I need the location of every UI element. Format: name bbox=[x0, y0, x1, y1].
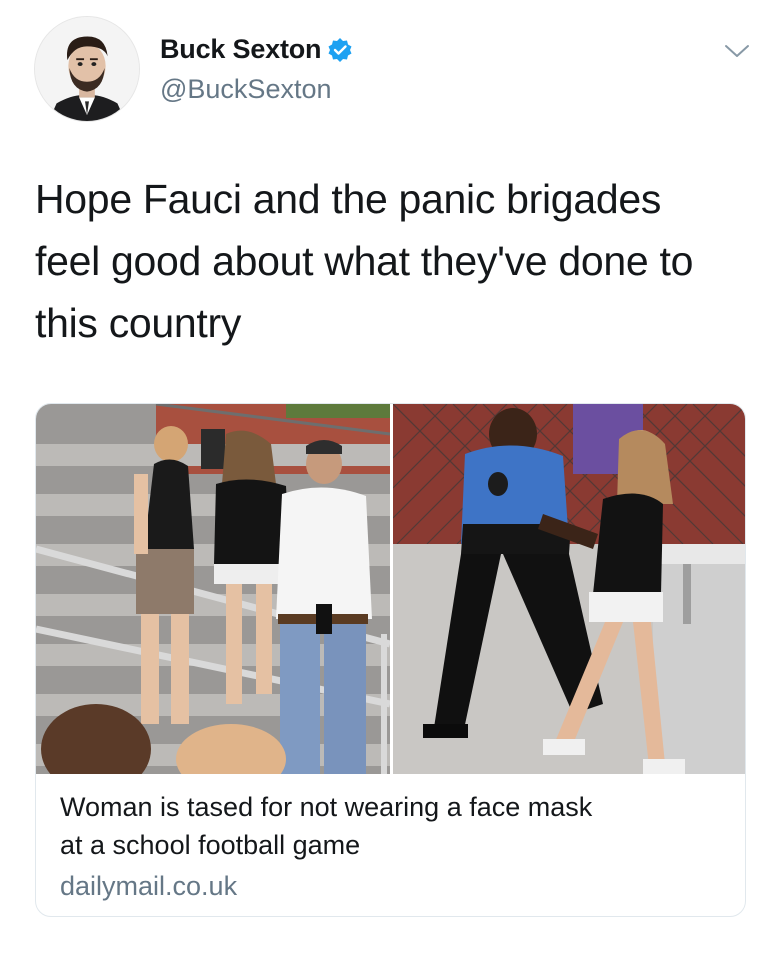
link-card[interactable]: Woman is tased for not wearing a face ma… bbox=[35, 403, 746, 917]
photo-bleachers-scuffle[interactable] bbox=[36, 404, 390, 774]
avatar-image bbox=[35, 17, 139, 121]
card-domain[interactable]: dailymail.co.uk bbox=[60, 866, 730, 906]
verified-badge-icon bbox=[327, 37, 353, 63]
tweet-text-line: feel good about what they've done to bbox=[35, 238, 694, 284]
avatar[interactable] bbox=[34, 16, 140, 122]
card-title[interactable]: Woman is tased for not wearing a face ma… bbox=[60, 788, 730, 864]
handle[interactable]: @BuckSexton bbox=[160, 74, 332, 105]
photo-officer-escort[interactable] bbox=[393, 404, 745, 774]
display-name[interactable]: Buck Sexton bbox=[160, 34, 322, 65]
card-title-line: at a school football game bbox=[60, 830, 361, 860]
card-media[interactable] bbox=[36, 404, 745, 774]
tweet-text-line: Hope Fauci and the panic brigades bbox=[35, 176, 662, 222]
tweet: Buck Sexton @BuckSexton Hope Fauci and t… bbox=[0, 0, 778, 960]
card-title-line: Woman is tased for not wearing a face ma… bbox=[60, 792, 593, 822]
card-text[interactable]: Woman is tased for not wearing a face ma… bbox=[60, 788, 730, 906]
tweet-text: Hope Fauci and the panic brigades feel g… bbox=[35, 168, 755, 354]
chevron-down-icon[interactable] bbox=[722, 40, 752, 62]
author-name-row[interactable]: Buck Sexton bbox=[160, 34, 353, 65]
tweet-text-line: this country bbox=[35, 300, 242, 346]
